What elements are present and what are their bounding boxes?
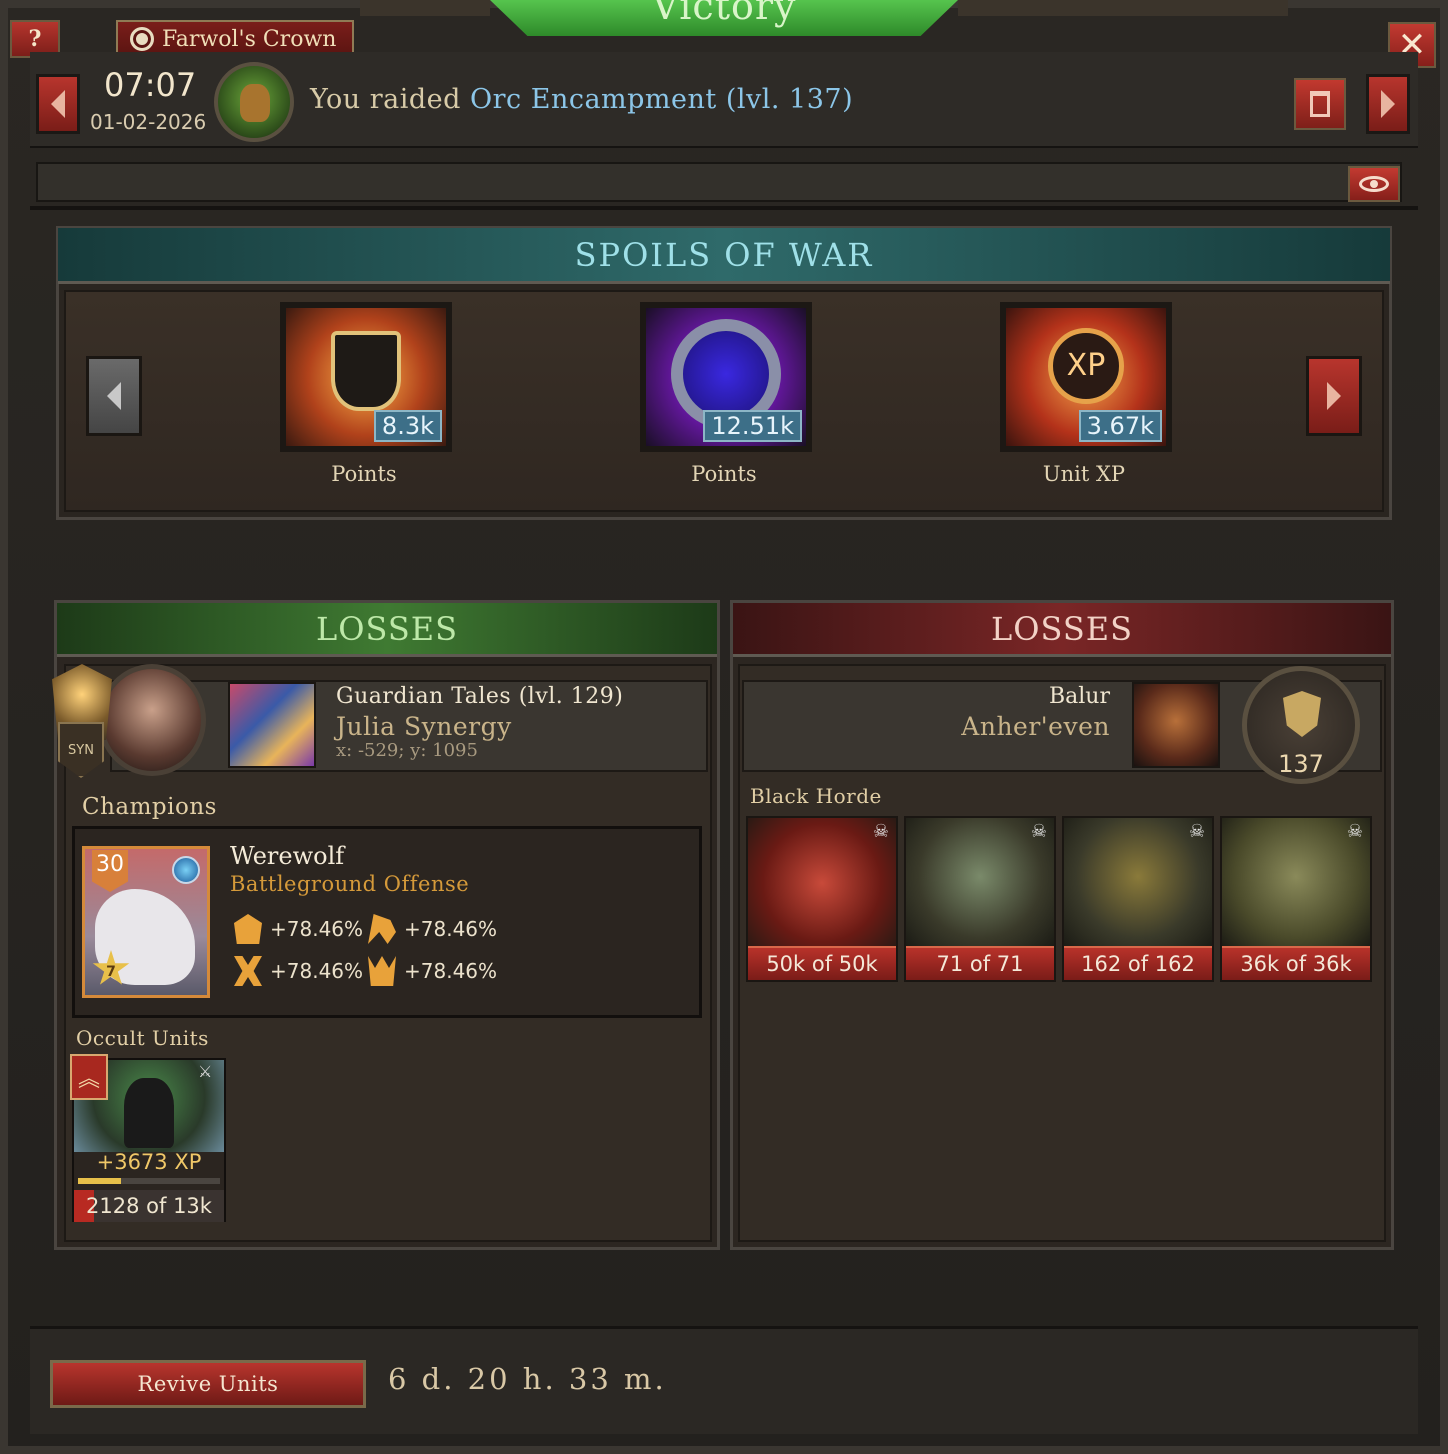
unit-loss-text: 2128 of 13k [86, 1194, 212, 1218]
bonus-ranged: +78.46% [234, 956, 363, 986]
crossed-weapons-icon [234, 956, 262, 986]
spoils-title: SPOILS OF WAR [574, 235, 874, 274]
raid-type-icon [214, 62, 294, 142]
player-avatar[interactable] [98, 664, 206, 776]
unit-loss-count: 71 of 71 [906, 946, 1054, 980]
report-time: 07:07 [104, 66, 197, 104]
help-label: ? [28, 26, 42, 52]
player-coordinates[interactable]: x: -529; y: 1095 [336, 740, 478, 761]
reward-label: Unit XP [1042, 462, 1126, 486]
bonus-value: +78.46% [270, 917, 364, 941]
alliance-name: Guardian Tales (lvl. 129) [336, 684, 624, 709]
defender-losses-header: LOSSES [733, 603, 1391, 657]
reward-label: Points [331, 462, 397, 486]
skull-icon: ☠ [1188, 821, 1206, 842]
view-details-button[interactable] [1348, 166, 1400, 202]
revive-units-label: Revive Units [137, 1372, 279, 1396]
report-subheader-bar [36, 162, 1402, 202]
champions-label: Champions [82, 794, 217, 820]
bonus-cavalry: +78.46% [368, 914, 497, 944]
helmet-icon [234, 914, 262, 944]
player-name[interactable]: Julia Synergy [336, 712, 512, 741]
enemy-unit-tile[interactable]: ☠ 50k of 50k [746, 816, 898, 982]
spoils-header: SPOILS OF WAR [58, 228, 1390, 284]
victory-banner: Victory [490, 0, 958, 36]
enemy-unit-tile[interactable]: ☠ 36k of 36k [1220, 816, 1372, 982]
reward-amount: 12.51k [703, 410, 802, 442]
victory-title: Victory [651, 0, 797, 28]
globe-icon [130, 27, 154, 51]
occult-units-label: Occult Units [76, 1026, 209, 1050]
beast-crown-icon [368, 956, 396, 986]
raid-target-link[interactable]: Orc Encampment (lvl. 137) [470, 84, 853, 115]
bonus-value: +78.46% [404, 959, 498, 983]
shield-icon [1283, 691, 1321, 737]
xp-icon: XP [1048, 327, 1124, 404]
unit-loss-count: 50k of 50k [748, 946, 896, 980]
trash-icon [1310, 91, 1330, 117]
defender-losses-title: LOSSES [990, 609, 1134, 648]
arrow-left-icon [107, 382, 121, 410]
spoils-next-button[interactable] [1306, 356, 1362, 436]
arrow-right-icon [1327, 382, 1341, 410]
army-label: Black Horde [750, 784, 882, 808]
divider [30, 206, 1418, 210]
bonus-value: +78.46% [270, 959, 364, 983]
revive-timer: 6 d. 20 h. 33 m. [388, 1362, 667, 1396]
unit-loss-count: 36k of 36k [1222, 946, 1370, 980]
reward-amount: 3.67k [1078, 410, 1162, 442]
enemy-unit-tile[interactable]: ☠ 162 of 162 [1062, 816, 1214, 982]
defender-portrait[interactable] [1132, 682, 1220, 768]
skull-icon: ☠ [1030, 821, 1048, 842]
reward-item[interactable]: XP 3.67k [1000, 302, 1172, 452]
horse-icon [368, 914, 396, 944]
skull-icon: ☠ [1346, 821, 1364, 842]
top-bar-left-decoration [360, 0, 490, 16]
spoils-prev-button[interactable] [86, 356, 142, 436]
attacker-losses-header: LOSSES [57, 603, 717, 657]
top-bar-right-decoration [958, 0, 1288, 16]
champion-name: Werewolf [230, 842, 345, 870]
unit-xp-gain: +3673 XP [96, 1150, 202, 1174]
alliance-banner-image[interactable] [228, 682, 316, 768]
unit-loss-count: 2128 of 13k [74, 1190, 224, 1222]
reward-item[interactable]: 12.51k [640, 302, 812, 452]
arrow-right-icon [1381, 90, 1395, 118]
report-message: You raided Orc Encampment (lvl. 137) [310, 84, 853, 115]
delete-report-button[interactable] [1294, 78, 1346, 130]
defender-subtitle: Anher'even [961, 712, 1110, 741]
unit-loss-count: 162 of 162 [1064, 946, 1212, 980]
reward-label: Points [691, 462, 757, 486]
arrow-left-icon [51, 90, 65, 118]
battle-banner-icon [331, 331, 401, 412]
sword-icon: ⚔ [198, 1062, 213, 1081]
attacker-losses-title: LOSSES [315, 609, 459, 648]
skull-icon: ☠ [872, 821, 890, 842]
message-prefix: You raided [310, 84, 461, 115]
reward-amount: 8.3k [373, 410, 442, 442]
enemy-unit-tile[interactable]: ☠ 71 of 71 [904, 816, 1056, 982]
bonus-value: +78.46% [404, 917, 498, 941]
eye-icon [1359, 176, 1389, 192]
bonus-beast: +78.46% [368, 956, 497, 986]
defender-level: 137 [1278, 750, 1324, 778]
bonus-infantry: +78.46% [234, 914, 363, 944]
previous-report-button[interactable] [36, 74, 80, 134]
champion-element-icon [172, 856, 200, 884]
revive-units-button[interactable]: Revive Units [50, 1360, 366, 1408]
realm-name: Farwol's Crown [162, 26, 337, 52]
champion-role: Battleground Offense [230, 872, 470, 896]
defender-name: Balur [1048, 684, 1110, 709]
unit-xp-fill [78, 1178, 121, 1184]
report-date: 01-02-2026 [90, 110, 207, 134]
unit-xp-bar [78, 1178, 220, 1184]
next-report-button[interactable] [1366, 74, 1410, 134]
rank-chevron-icon: ︽ [70, 1054, 108, 1100]
reward-item[interactable]: 8.3k [280, 302, 452, 452]
